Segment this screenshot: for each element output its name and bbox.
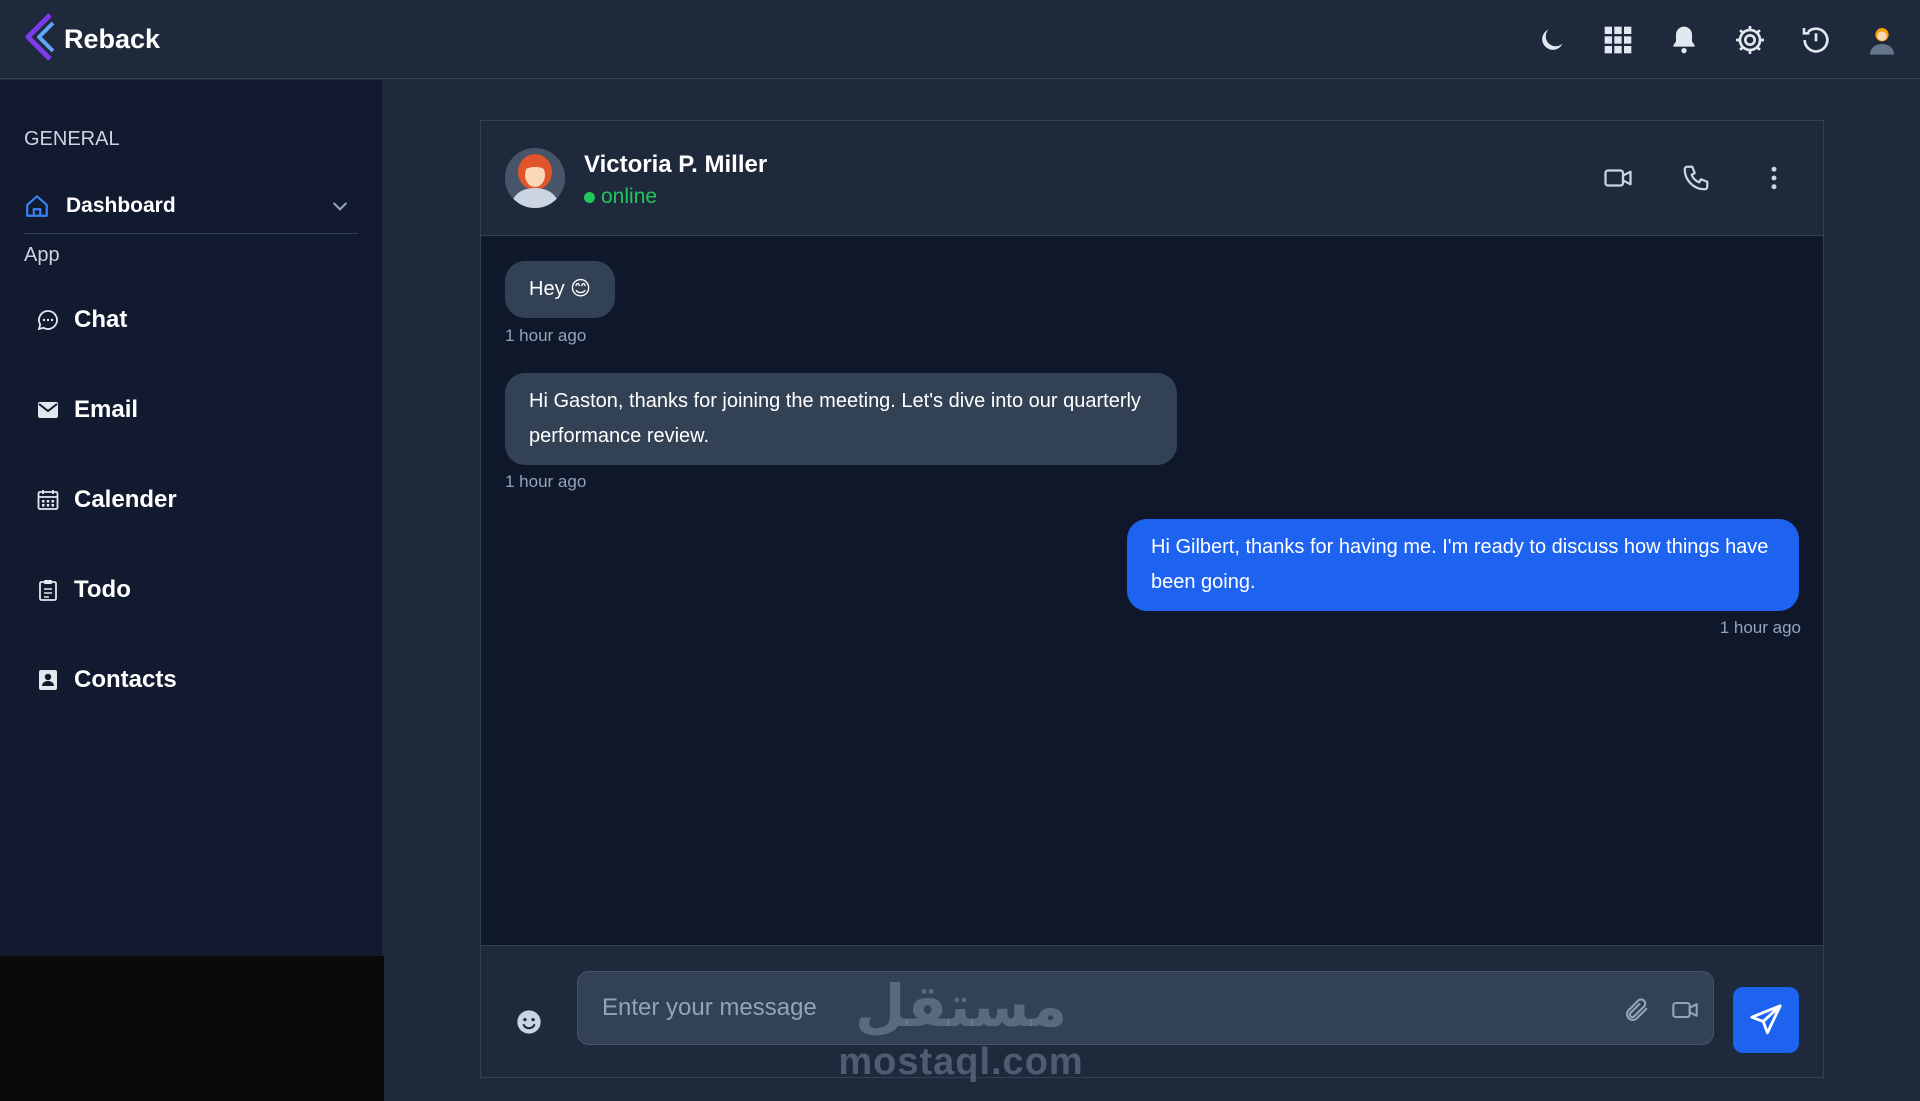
contact-avatar[interactable]: [505, 148, 565, 208]
brand[interactable]: Reback: [22, 12, 160, 67]
contacts-icon: [39, 670, 57, 690]
sidebar-item-todo[interactable]: Todo: [36, 570, 131, 610]
moon-icon[interactable]: [1534, 22, 1570, 58]
brand-name: Reback: [64, 23, 161, 54]
gear-icon[interactable]: [1732, 22, 1768, 58]
video-attach-icon[interactable]: [1671, 996, 1699, 1024]
sidebar-item-label: Email: [74, 396, 139, 423]
message-input[interactable]: [577, 971, 1714, 1045]
sidebar: GENERAL Dashboard App Chat Email Calende…: [0, 80, 383, 956]
bell-icon[interactable]: [1666, 22, 1702, 58]
video-call-icon[interactable]: [1600, 160, 1636, 196]
paperclip-icon[interactable]: [1623, 996, 1651, 1024]
envelope-icon: [38, 402, 58, 418]
presence-status: online: [584, 185, 657, 209]
sidebar-item-label: Calender: [74, 486, 177, 513]
online-dot: [584, 191, 595, 203]
message-composer: [481, 945, 1823, 1077]
sidebar-item-chat[interactable]: Chat: [36, 300, 127, 340]
section-label-app: App: [24, 244, 60, 266]
sidebar-item-label: Todo: [74, 576, 131, 603]
section-label-general: GENERAL: [24, 128, 120, 150]
message-timestamp: 1 hour ago: [1719, 618, 1801, 637]
top-icons: [1534, 0, 1900, 79]
sidebar-item-label: Chat: [74, 306, 128, 333]
sidebar-item-label: Dashboard: [66, 193, 176, 217]
apps-grid-icon[interactable]: [1600, 22, 1636, 58]
top-bar: Reback: [0, 0, 1920, 79]
chat-bubble-icon: [37, 310, 58, 331]
home-icon: [26, 194, 48, 217]
send-icon: [1750, 1004, 1782, 1035]
message-bubble-incoming[interactable]: Hi Gaston, thanks for joining the meetin…: [505, 373, 1177, 465]
sidebar-footer: [0, 956, 384, 1101]
sidebar-item-contacts[interactable]: Contacts: [36, 660, 177, 700]
status-text: online: [601, 185, 658, 208]
reback-logo-icon: [22, 12, 56, 67]
history-icon[interactable]: [1798, 22, 1834, 58]
more-options-icon[interactable]: [1756, 160, 1792, 196]
sidebar-item-calender[interactable]: Calender: [36, 480, 177, 520]
message-bubble-outgoing[interactable]: Hi Gilbert, thanks for having me. I'm re…: [1127, 519, 1799, 611]
chevron-down-icon[interactable]: [330, 196, 350, 216]
chat-panel: Victoria P. Miller online Hey 😊 1 hour a…: [480, 120, 1824, 1078]
message-timestamp: 1 hour ago: [505, 472, 587, 491]
calendar-icon: [37, 490, 59, 510]
sidebar-item-label: Contacts: [74, 666, 177, 693]
sidebar-item-dashboard[interactable]: Dashboard: [24, 178, 358, 234]
send-button[interactable]: [1733, 987, 1799, 1053]
sidebar-item-email[interactable]: Email: [36, 390, 138, 430]
emoji-icon[interactable]: [515, 1008, 543, 1036]
phone-call-icon[interactable]: [1678, 160, 1714, 196]
chat-header: Victoria P. Miller online: [481, 121, 1823, 236]
user-avatar-icon[interactable]: [1864, 22, 1900, 58]
contact-name: Victoria P. Miller: [584, 151, 768, 178]
message-bubble-incoming[interactable]: Hey 😊: [505, 261, 615, 318]
clipboard-icon: [39, 580, 57, 601]
message-timestamp: 1 hour ago: [505, 326, 587, 345]
